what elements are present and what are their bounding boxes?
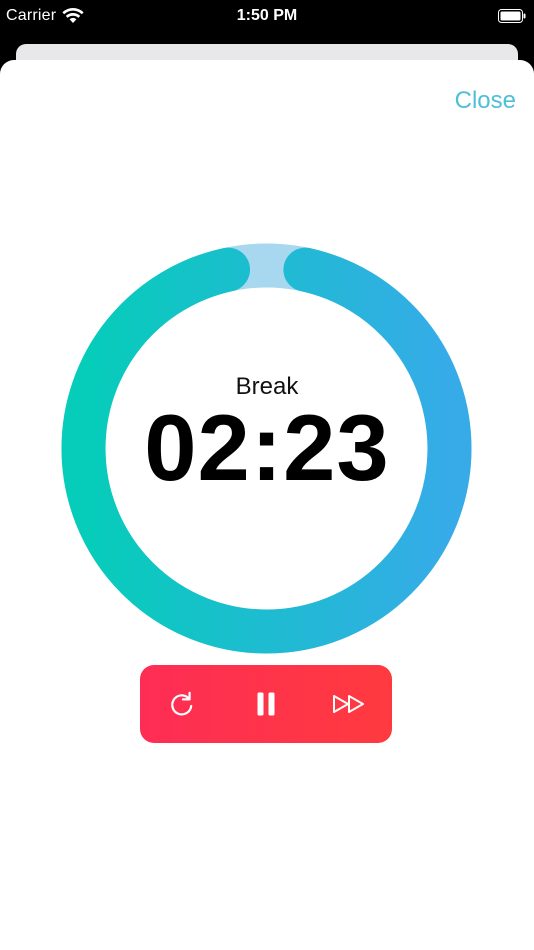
timer-countdown: 02:23 <box>144 395 390 500</box>
restart-icon <box>171 691 193 716</box>
close-button[interactable]: Close <box>455 87 516 115</box>
pause-button[interactable] <box>236 674 296 734</box>
pause-icon <box>257 692 275 716</box>
skip-forward-icon <box>333 695 364 713</box>
timer-controls <box>140 665 392 743</box>
battery-icon <box>498 9 526 23</box>
app-screen: Carrier 1:50 PM Close Break 02:23 <box>0 0 534 950</box>
status-bar: Carrier 1:50 PM <box>0 0 534 36</box>
skip-forward-button[interactable] <box>320 674 380 734</box>
restart-button[interactable] <box>152 674 212 734</box>
status-time: 1:50 PM <box>236 7 298 24</box>
